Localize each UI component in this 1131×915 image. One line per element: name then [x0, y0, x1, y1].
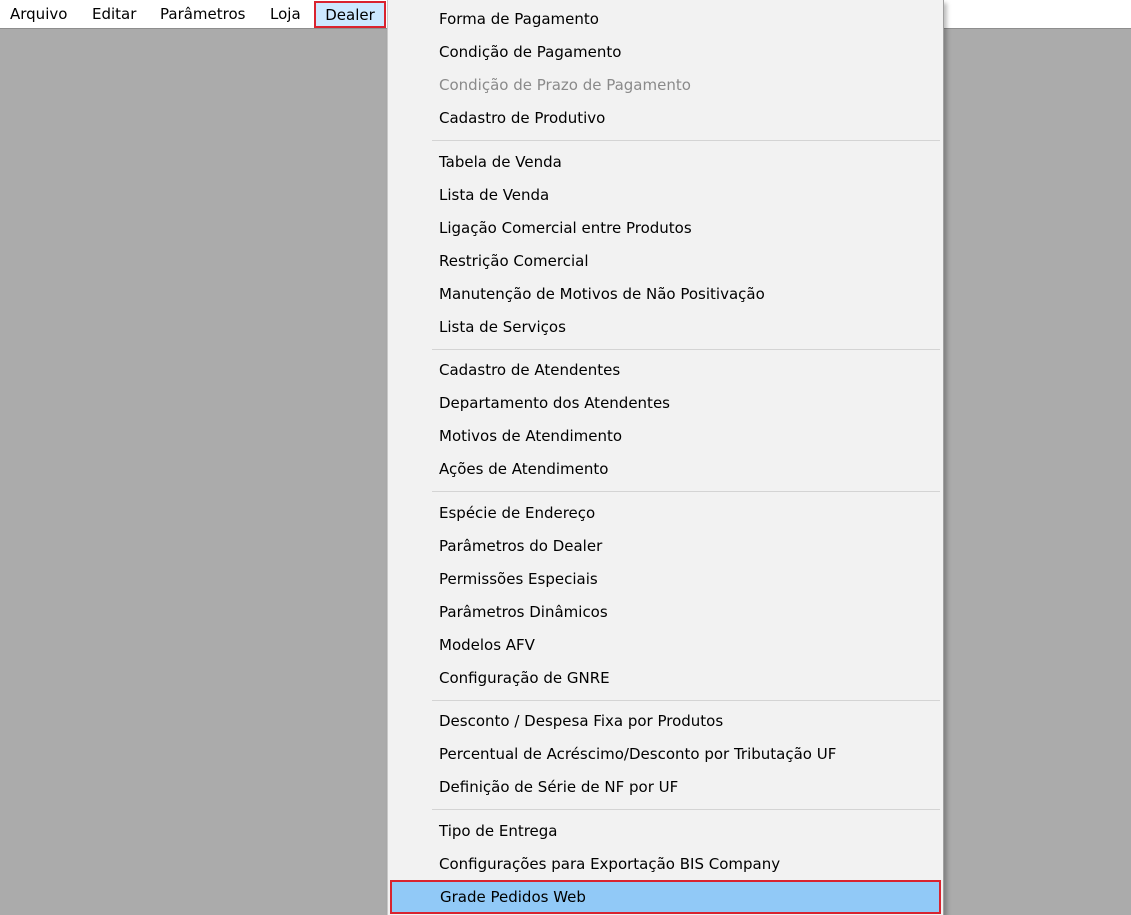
menu-item-modelos-afv[interactable]: Modelos AFV — [391, 630, 940, 661]
menu-item-departamento-dos-atendentes[interactable]: Departamento dos Atendentes — [391, 388, 940, 419]
menu-item-manutencao-motivos-nao-positivacao[interactable]: Manutenção de Motivos de Não Positivação — [391, 279, 940, 310]
menu-item-configuracao-de-gnre[interactable]: Configuração de GNRE — [391, 663, 940, 694]
application-window: Arquivo Editar Parâmetros Loja Dealer Fo… — [0, 0, 1131, 915]
menu-item-condicao-de-prazo-de-pagamento: Condição de Prazo de Pagamento — [439, 76, 691, 94]
dealer-dropdown-menu: Forma de Pagamento Condição de Pagamento… — [387, 0, 944, 915]
menu-item-configuracoes-exportacao-bis[interactable]: Configurações para Exportação BIS Compan… — [391, 849, 940, 880]
menu-separator — [432, 809, 940, 810]
menu-dealer[interactable]: Dealer — [314, 1, 386, 28]
menu-separator — [432, 491, 940, 492]
menu-item-definicao-serie-nf-uf[interactable]: Definição de Série de NF por UF — [391, 772, 940, 803]
menu-item-motivos-de-atendimento[interactable]: Motivos de Atendimento — [391, 421, 940, 452]
menu-item-permissoes-especiais[interactable]: Permissões Especiais — [391, 564, 940, 595]
menu-item-cadastro-de-produtivo[interactable]: Cadastro de Produtivo — [391, 103, 940, 134]
menu-item-ligacao-comercial-entre-produtos[interactable]: Ligação Comercial entre Produtos — [391, 213, 940, 244]
menu-item-acoes-de-atendimento[interactable]: Ações de Atendimento — [391, 454, 940, 485]
menu-item-especie-de-endereco[interactable]: Espécie de Endereço — [391, 498, 940, 529]
menu-parametros[interactable]: Parâmetros — [156, 2, 249, 27]
menu-item-desconto-despesa-fixa[interactable]: Desconto / Despesa Fixa por Produtos — [391, 706, 940, 737]
menu-item-tipo-de-entrega[interactable]: Tipo de Entrega — [391, 816, 940, 847]
menu-item-tabela-de-venda[interactable]: Tabela de Venda — [391, 147, 940, 178]
menu-item-lista-de-servicos[interactable]: Lista de Serviços — [391, 312, 940, 343]
menu-item-percentual-acrescimo-desconto-uf[interactable]: Percentual de Acréscimo/Desconto por Tri… — [391, 739, 940, 770]
menu-separator — [432, 140, 940, 141]
menu-separator — [432, 349, 940, 350]
menu-item-cadastro-de-atendentes[interactable]: Cadastro de Atendentes — [391, 355, 940, 386]
menu-editar[interactable]: Editar — [88, 2, 140, 27]
menu-item-parametros-dinamicos[interactable]: Parâmetros Dinâmicos — [391, 597, 940, 628]
menu-item-condicao-de-pagamento[interactable]: Condição de Pagamento — [391, 37, 940, 68]
menu-item-lista-de-venda[interactable]: Lista de Venda — [391, 180, 940, 211]
menu-loja[interactable]: Loja — [266, 2, 305, 27]
menu-separator — [432, 700, 940, 701]
menu-item-parametros-do-dealer[interactable]: Parâmetros do Dealer — [391, 531, 940, 562]
menu-item-forma-de-pagamento[interactable]: Forma de Pagamento — [391, 4, 940, 35]
menu-item-restricao-comercial[interactable]: Restrição Comercial — [391, 246, 940, 277]
menu-arquivo[interactable]: Arquivo — [6, 2, 71, 27]
menu-item-grade-pedidos-web[interactable]: Grade Pedidos Web — [390, 880, 941, 914]
